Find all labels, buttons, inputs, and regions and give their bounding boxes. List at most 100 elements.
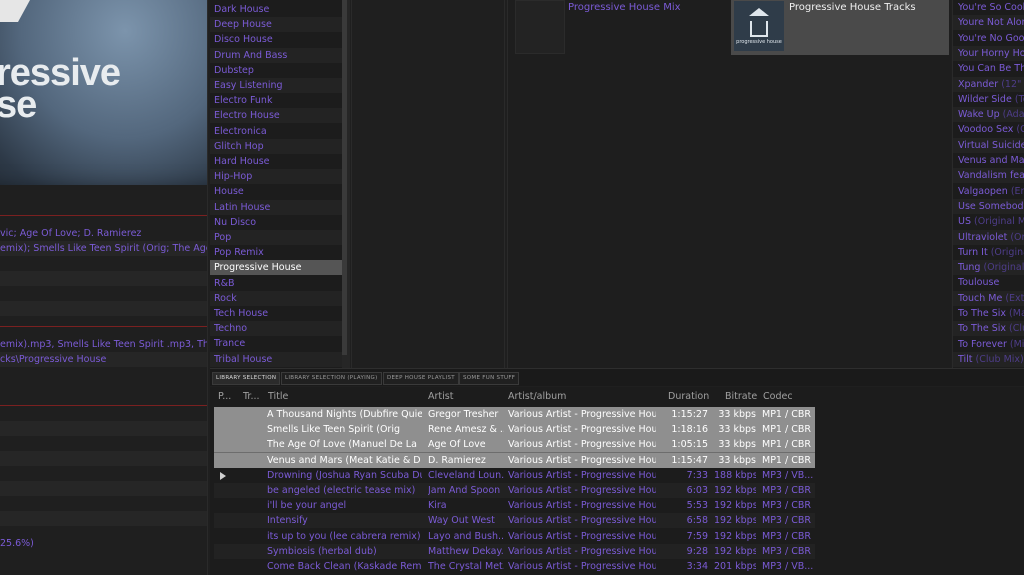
- track-duration: 3:34: [686, 561, 708, 572]
- track-bitrate: 188 kbps: [714, 469, 756, 481]
- album-title[interactable]: Progressive House Mix: [568, 2, 681, 13]
- playlist-row[interactable]: A Thousand Nights (Dubfire Quiet ... Greg…: [214, 407, 815, 422]
- track-item[interactable]: Venus and Mac: [958, 153, 1024, 168]
- genre-item[interactable]: Deep House: [210, 17, 342, 33]
- track-item[interactable]: US (Original Mi: [958, 214, 1024, 229]
- track-item[interactable]: Wilder Side (To: [958, 92, 1024, 107]
- column-header-artist[interactable]: Artist: [428, 391, 453, 402]
- track-item-title: Touch Me: [958, 292, 1003, 304]
- track-item-title: Valgaopen: [958, 185, 1008, 197]
- album-thumbnail-selected[interactable]: progressive house: [734, 1, 784, 51]
- track-item-title: Your Horny Ho: [958, 47, 1024, 59]
- genre-item[interactable]: Trance: [210, 336, 342, 351]
- genre-item[interactable]: Disco House: [210, 32, 342, 47]
- genre-item[interactable]: Glitch Hop: [210, 138, 342, 154]
- album-title-selected[interactable]: Progressive House Tracks: [789, 2, 916, 13]
- track-item[interactable]: Your Horny Ho: [958, 46, 1024, 61]
- genre-item[interactable]: Drum And Bass: [210, 47, 342, 63]
- genre-scrollbar-thumb[interactable]: [342, 0, 347, 355]
- genre-item[interactable]: Tribal House: [210, 351, 342, 367]
- genre-item[interactable]: Tech House: [210, 306, 342, 321]
- track-item-title: Turn It: [958, 246, 988, 258]
- track-item-detail: (Adam: [1002, 109, 1024, 121]
- genre-item[interactable]: House: [210, 184, 342, 199]
- track-list-right: You're So Cool Youre Not Alon You're No Go…: [952, 0, 1024, 368]
- track-item[interactable]: Use Somebody: [958, 199, 1024, 214]
- genre-item[interactable]: Progressive House: [210, 260, 342, 276]
- track-bitrate: 192 kbps: [714, 485, 756, 496]
- tab-some-fun-stuff[interactable]: SOME FUN STUFF: [459, 372, 520, 385]
- track-codec: MP3 / CBR: [762, 485, 811, 496]
- genre-item[interactable]: Techno: [210, 321, 342, 337]
- genre-item[interactable]: Latin House: [210, 199, 342, 215]
- genre-item[interactable]: Dubstep: [210, 63, 342, 78]
- track-item[interactable]: Toulouse: [958, 275, 1024, 290]
- genre-item[interactable]: Pop Remix: [210, 245, 342, 260]
- track-item[interactable]: Tilt (Club Mix): [958, 352, 1024, 367]
- column-header-title[interactable]: Title: [268, 391, 288, 402]
- album-thumbnail[interactable]: [515, 0, 565, 54]
- playlist-row[interactable]: Venus and Mars (Meat Katie & D D. Ramiere…: [214, 452, 815, 468]
- track-item-title: Youre Not Alon: [958, 17, 1024, 29]
- genre-item[interactable]: Pop: [210, 230, 342, 245]
- playlist-row[interactable]: Drowning (Joshua Ryan Scuba Du... Clevela…: [214, 468, 815, 483]
- column-header-duration[interactable]: Duration: [668, 391, 709, 402]
- genre-item[interactable]: Easy Listening: [210, 78, 342, 93]
- tab-deep-house-playlist[interactable]: DEEP HOUSE PLAYLIST: [383, 372, 459, 385]
- column-header-track[interactable]: Tr...: [243, 391, 260, 402]
- track-item[interactable]: Youre Not Alon: [958, 15, 1024, 30]
- genre-item[interactable]: Rock: [210, 290, 342, 306]
- track-item[interactable]: Ultraviolet (Orig: [958, 230, 1024, 245]
- genre-item[interactable]: Nu Disco: [210, 215, 342, 230]
- track-item-title: Ultraviolet: [958, 231, 1008, 243]
- track-item[interactable]: Virtual Suicide: [958, 138, 1024, 153]
- track-item[interactable]: Touch Me (Exte: [958, 291, 1024, 306]
- track-artist: Way Out West: [428, 515, 495, 527]
- track-item[interactable]: Vandalism feat.: [958, 168, 1024, 183]
- track-codec: MP1 / CBR: [762, 409, 811, 420]
- track-album: Various Artist - Progressive Hou...: [508, 424, 656, 436]
- track-item-title: To Forever: [958, 338, 1007, 350]
- track-item[interactable]: Tung (Original M: [958, 260, 1024, 275]
- genre-item[interactable]: Electronica: [210, 124, 342, 139]
- genre-item[interactable]: R&B: [210, 276, 342, 291]
- track-title: be angeled (electric tease mix): [267, 485, 416, 496]
- track-item[interactable]: To The Six (Clu: [958, 321, 1024, 336]
- tab-library-selection-playing[interactable]: LIBRARY SELECTION (PLAYING): [281, 372, 382, 385]
- track-album: Various Artist - Progressive Hou...: [508, 500, 656, 512]
- track-bitrate: 192 kbps: [714, 530, 756, 542]
- genre-item[interactable]: Hip-Hop: [210, 169, 342, 185]
- track-item-detail: (Clu: [1009, 323, 1024, 335]
- genre-item[interactable]: Dark House: [210, 2, 342, 17]
- playlist-row[interactable]: Symbiosis (herbal dub) Matthew Dekay... Va…: [214, 543, 815, 559]
- playlist-row[interactable]: i'll be your angel Kira Various Artist - P…: [214, 498, 815, 513]
- track-codec: MP1 / CBR: [762, 424, 811, 436]
- genre-item[interactable]: Electro Funk: [210, 93, 342, 108]
- track-item[interactable]: To Forever (Mi: [958, 337, 1024, 352]
- column-header-album[interactable]: Artist/album: [508, 391, 566, 402]
- track-item[interactable]: To The Six (Ma: [958, 306, 1024, 321]
- playlist-row[interactable]: be angeled (electric tease mix) Jam And S…: [214, 483, 815, 498]
- column-header-playing[interactable]: P...: [218, 391, 231, 402]
- track-item[interactable]: Xpander (12" R: [958, 77, 1024, 92]
- track-title: its up to you (lee cabrera remix): [267, 530, 421, 542]
- tab-library-selection[interactable]: LIBRARY SELECTION: [212, 372, 281, 385]
- column-header-bitrate[interactable]: Bitrate: [725, 391, 757, 402]
- track-item[interactable]: Voodoo Sex (Ge: [958, 122, 1024, 137]
- track-item[interactable]: You're No Good: [958, 31, 1024, 46]
- genre-item[interactable]: Electro House: [210, 108, 342, 124]
- track-item[interactable]: Turn It (Original: [958, 245, 1024, 260]
- track-item[interactable]: Valgaopen (Ent: [958, 184, 1024, 199]
- track-codec: MP1 / CBR: [762, 439, 811, 451]
- playlist-row[interactable]: its up to you (lee cabrera remix) Layo an…: [214, 529, 815, 544]
- playlist-row[interactable]: Smells Like Teen Spirit (Orig Rene Amesz …: [214, 422, 815, 438]
- column-header-codec[interactable]: Codec: [763, 391, 793, 402]
- track-bitrate: 192 kbps: [714, 515, 756, 527]
- genre-item[interactable]: Hard House: [210, 154, 342, 169]
- playlist-row[interactable]: Intensify Way Out West Various Artist - Pr…: [214, 513, 815, 529]
- track-item[interactable]: You're So Cool: [958, 0, 1024, 15]
- playlist-row[interactable]: Come Back Clean (Kaskade Remix ... The Cr…: [214, 559, 815, 574]
- playlist-row[interactable]: The Age Of Love (Manuel De La Age Of Love…: [214, 437, 815, 453]
- track-item[interactable]: Wake Up (Adam: [958, 107, 1024, 122]
- track-item[interactable]: You Can Be Th: [958, 61, 1024, 76]
